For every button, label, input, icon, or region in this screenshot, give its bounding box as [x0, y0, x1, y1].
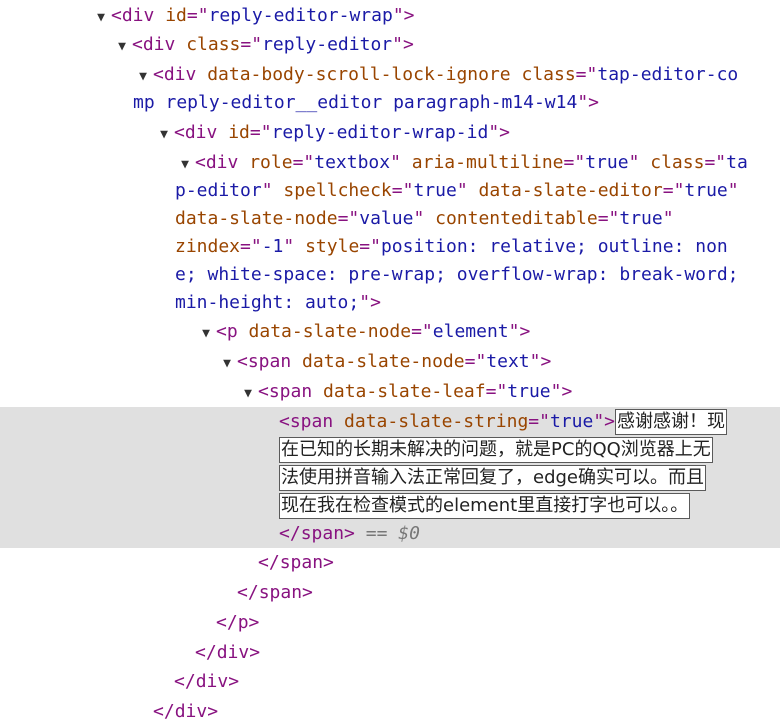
- text-node-line-3[interactable]: 法使用拼音输入法正常回复了，edge确实可以。而且: [279, 464, 706, 492]
- close-span-text[interactable]: </span>: [237, 579, 313, 607]
- expand-triangle-icon[interactable]: ▼: [133, 63, 153, 91]
- expand-triangle-icon[interactable]: ▼: [154, 121, 174, 149]
- node-tap-editor-wrap: mp reply-editor__editor paragraph-m14-w1…: [133, 92, 600, 113]
- node-reply-editor-wrap-id[interactable]: ▼ <div id="reply-editor-wrap-id">: [154, 119, 510, 147]
- close-paragraph[interactable]: </p>: [216, 609, 259, 637]
- text-node-line-2[interactable]: 在已知的长期未解决的问题，就是PC的QQ浏览器上无: [279, 436, 713, 464]
- text-node-editing-box[interactable]: 感谢感谢！现: [615, 409, 728, 435]
- close-div-tap-editor[interactable]: </div>: [153, 698, 218, 726]
- text-node-line-4[interactable]: 现在我在检查模式的element里直接打字也可以。。: [279, 492, 691, 520]
- close-div-textbox[interactable]: </div>: [195, 639, 260, 667]
- expand-triangle-icon[interactable]: ▼: [196, 320, 216, 348]
- expand-triangle-icon[interactable]: ▼: [112, 33, 132, 61]
- expand-triangle-icon[interactable]: ▼: [238, 380, 258, 408]
- node-textbox-wrap-2: data-slate-node="value" contenteditable=…: [175, 208, 674, 229]
- selected-node-marker: == $0: [365, 523, 420, 544]
- node-textbox-wrap-5: min-height: auto;">: [175, 292, 381, 313]
- text-node-edit-line-3[interactable]: 法使用拼音输入法正常回复了，edge确实可以。而且: [279, 465, 706, 491]
- expand-triangle-icon[interactable]: ▼: [175, 151, 195, 179]
- node-span-string-selected[interactable]: <span data-slate-string="true"> 感谢感谢！现: [279, 408, 728, 436]
- node-textbox-wrap-1: p-editor" spellcheck="true" data-slate-e…: [175, 180, 739, 201]
- node-reply-editor-wrap[interactable]: ▼ <div id="reply-editor-wrap">: [91, 2, 414, 32]
- node-textbox[interactable]: ▼ <div role="textbox" aria-multiline="tru…: [175, 149, 748, 177]
- node-textbox-wrap-4: e; white-space: pre-wrap; overflow-wrap:…: [175, 264, 739, 285]
- node-span-string-close[interactable]: </span> == $0: [279, 520, 420, 548]
- text-node-edit-line-2[interactable]: 在已知的长期未解决的问题，就是PC的QQ浏览器上无: [279, 437, 713, 463]
- node-tap-editor[interactable]: ▼ <div data-body-scroll-lock-ignore class…: [133, 61, 738, 89]
- node-span-text[interactable]: ▼ <span data-slate-node="text">: [217, 348, 551, 376]
- expand-triangle-icon[interactable]: ▼: [91, 4, 111, 32]
- text-node-edit-line-4[interactable]: 现在我在检查模式的element里直接打字也可以。。: [279, 493, 691, 519]
- node-span-leaf[interactable]: ▼ <span data-slate-leaf="true">: [238, 378, 572, 406]
- close-div-wrap-id[interactable]: </div>: [174, 668, 239, 696]
- expand-triangle-icon[interactable]: ▼: [217, 350, 237, 378]
- node-paragraph[interactable]: ▼ <p data-slate-node="element">: [196, 318, 530, 346]
- close-span-leaf[interactable]: </span>: [258, 549, 334, 577]
- node-reply-editor[interactable]: ▼ <div class="reply-editor">: [112, 31, 414, 59]
- node-textbox-wrap-3: zindex="-1" style="position: relative; o…: [175, 236, 728, 257]
